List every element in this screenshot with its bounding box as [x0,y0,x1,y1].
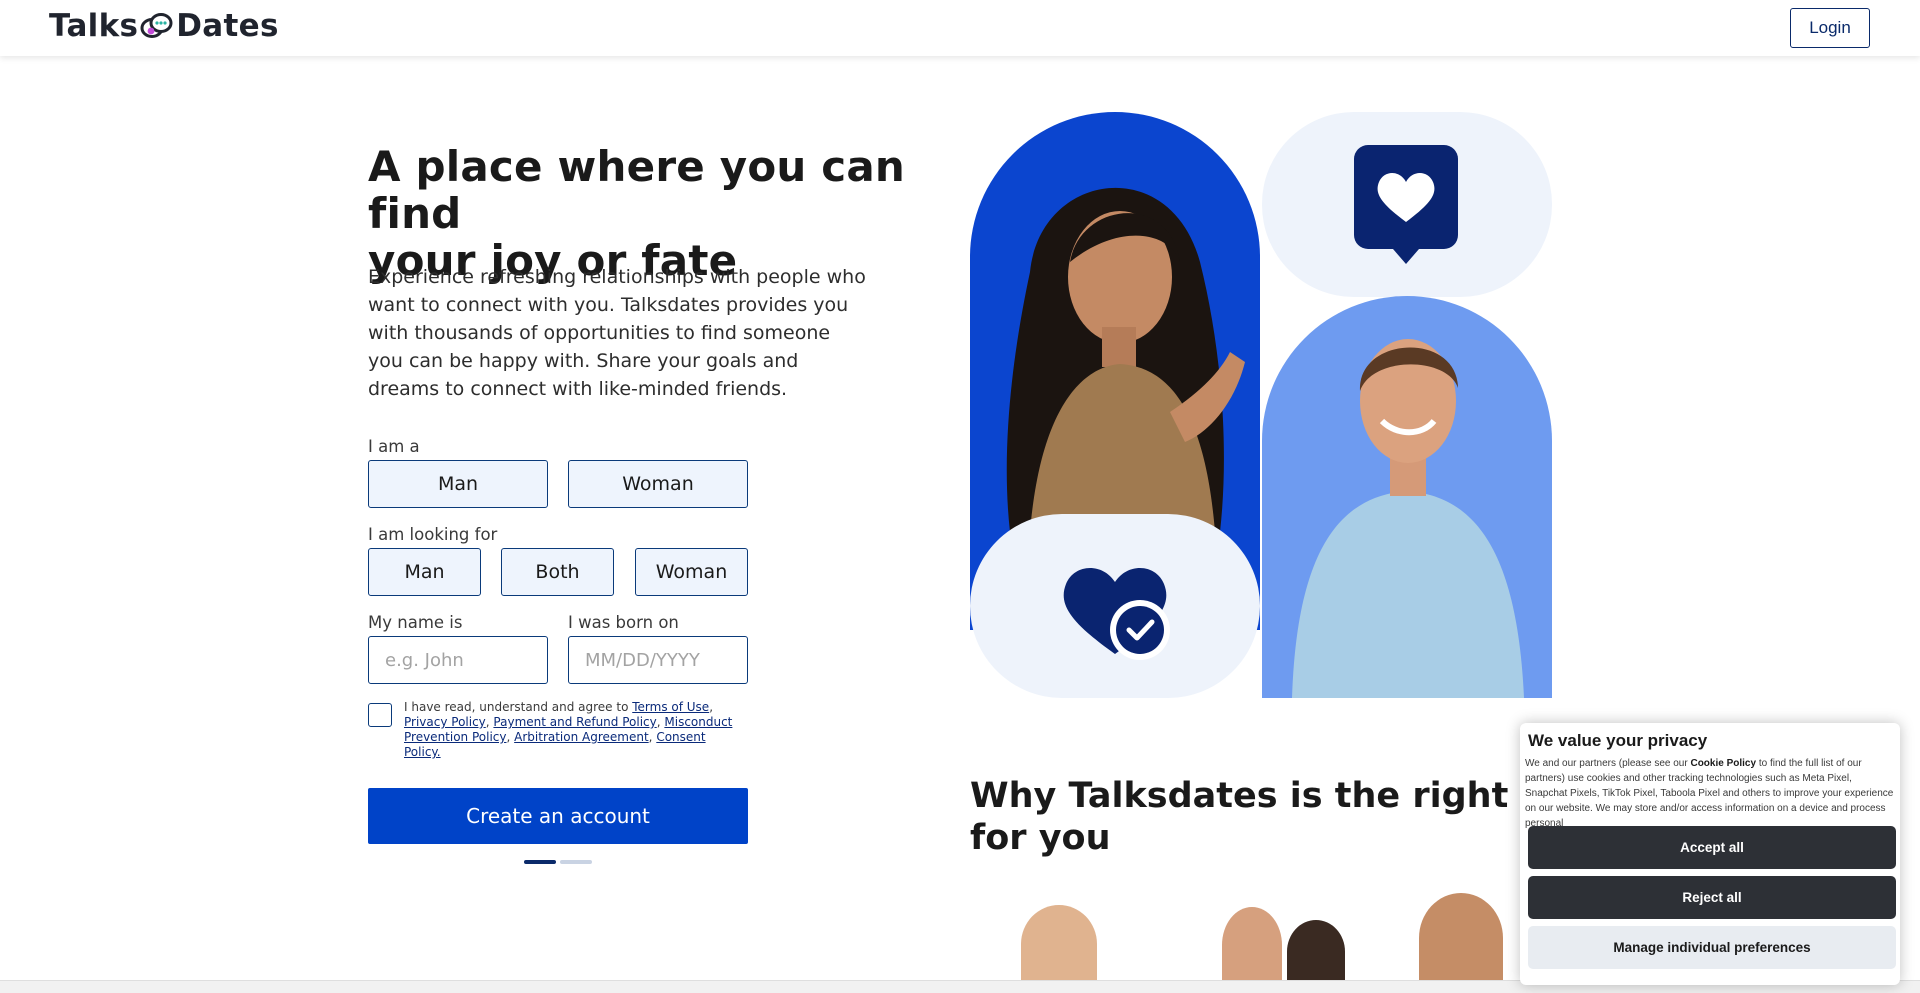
login-button[interactable]: Login [1790,8,1870,48]
logo[interactable]: Talks Dates [49,8,279,44]
reject-all-button[interactable]: Reject all [1528,876,1896,919]
terms-intro: I have read, understand and agree to [404,700,633,714]
i-am-woman-option[interactable]: Woman [568,460,748,508]
chat-bubbles-logo-icon [139,11,175,41]
carousel-dot[interactable] [560,860,592,864]
heart-check-icon [1063,567,1170,660]
site-header: Talks Dates Login [0,0,1920,56]
logo-text-right: Dates [176,8,279,44]
i-am-man-option[interactable]: Man [368,460,548,508]
name-input[interactable] [368,636,548,684]
cookie-title: We value your privacy [1528,731,1708,750]
i-am-label: I am a [368,437,420,456]
terms-checkbox[interactable] [368,703,392,727]
testimonial-photo-couple-woman [1287,920,1345,983]
born-label: I was born on [568,613,679,632]
cookie-consent-dialog: We value your privacy We and our partner… [1520,723,1900,985]
payment-refund-policy-link[interactable]: Payment and Refund Policy [493,715,656,729]
hero-title-line-1: A place where you can find [368,142,906,238]
looking-for-man-option[interactable]: Man [368,548,481,596]
accept-all-button[interactable]: Accept all [1528,826,1896,869]
create-account-button[interactable]: Create an account [368,788,748,844]
testimonial-photo-woman [1021,905,1097,983]
manage-preferences-button[interactable]: Manage individual preferences [1528,926,1896,969]
privacy-policy-link[interactable]: Privacy Policy [404,715,486,729]
why-title-line-2: for you [970,818,1111,858]
hero-description: Experience refreshing relationships with… [368,266,866,400]
cookie-text-before: We and our partners (please see our [1525,758,1691,769]
why-section-title: Why Talksdates is the right match for yo… [970,775,1643,859]
looking-for-both-option[interactable]: Both [501,548,614,596]
name-label: My name is [368,613,463,632]
birthdate-input[interactable] [568,636,748,684]
heart-bubble-icon [1354,145,1458,264]
cookie-text: We and our partners (please see our Cook… [1525,756,1895,831]
looking-for-label: I am looking for [368,525,498,544]
heart-bubble-tile [1262,112,1552,297]
arbitration-agreement-link[interactable]: Arbitration Agreement [514,730,649,744]
heart-check-tile [970,514,1260,698]
man-photo-tile [1262,296,1552,698]
man-photo [1292,339,1524,698]
terms-text: I have read, understand and agree to Ter… [404,700,733,759]
logo-text-left: Talks [49,8,139,44]
terms-of-use-link[interactable]: Terms of Use [632,700,709,714]
looking-for-woman-option[interactable]: Woman [635,548,748,596]
testimonial-photo-man [1419,893,1503,983]
carousel-dot-active[interactable] [524,860,556,864]
testimonial-photo-couple-man [1222,907,1282,983]
cookie-policy-link[interactable]: Cookie Policy [1690,758,1756,769]
